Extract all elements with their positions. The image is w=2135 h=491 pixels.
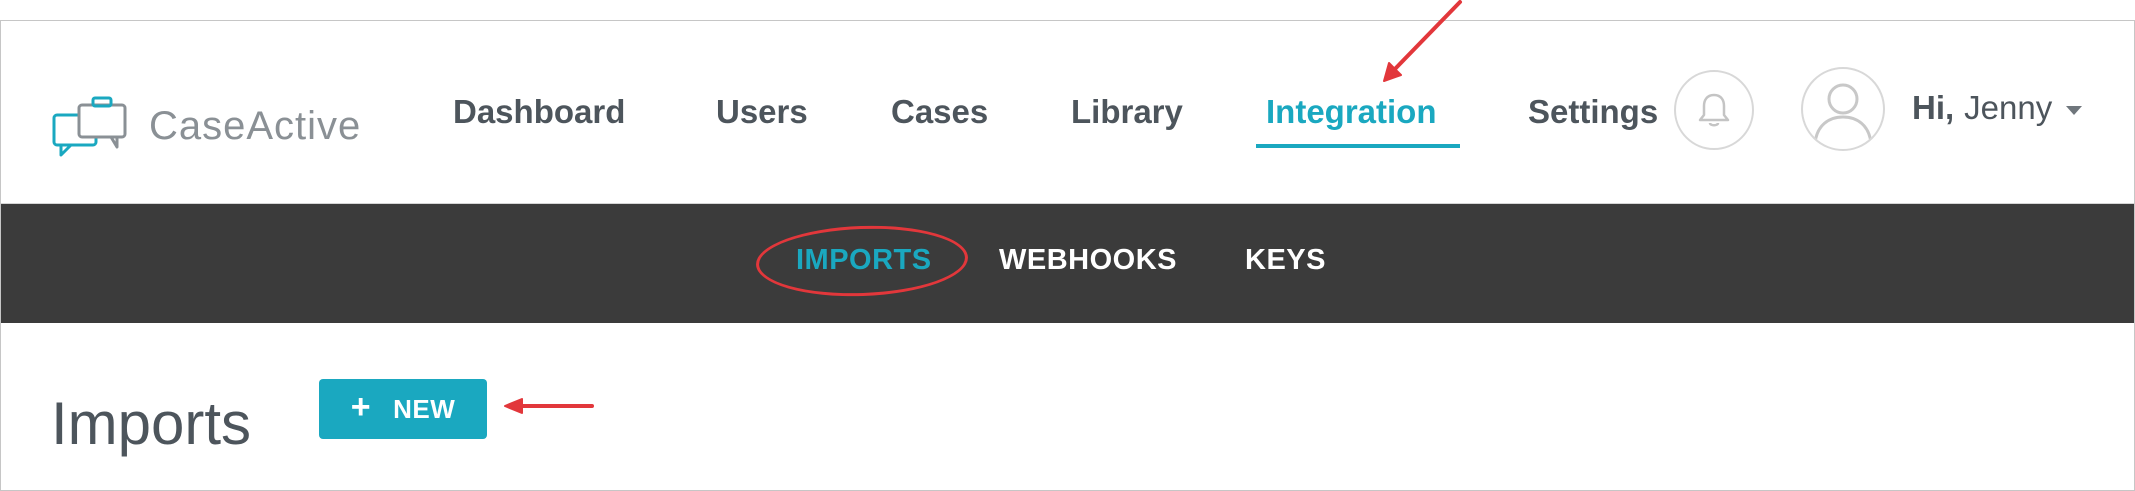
new-import-button[interactable]: + NEW xyxy=(319,379,487,439)
logo-text: CaseActive xyxy=(149,103,362,148)
logo-icon xyxy=(52,96,127,157)
nav-item-dashboard[interactable]: Dashboard xyxy=(453,93,625,131)
user-name: Jenny xyxy=(1964,89,2053,126)
sub-nav: IMPORTS WEBHOOKS KEYS xyxy=(1,204,2134,323)
nav-item-cases[interactable]: Cases xyxy=(891,93,988,131)
caret-down-icon xyxy=(2066,105,2083,115)
subnav-item-imports[interactable]: IMPORTS xyxy=(796,244,932,277)
subnav-item-webhooks[interactable]: WEBHOOKS xyxy=(999,244,1177,277)
notification-button[interactable] xyxy=(1674,70,1754,150)
bell-icon xyxy=(1698,93,1730,127)
user-avatar-icon xyxy=(1813,83,1873,144)
subnav-item-keys[interactable]: KEYS xyxy=(1245,244,1326,277)
nav-item-integration[interactable]: Integration xyxy=(1266,93,1437,131)
nav-item-library[interactable]: Library xyxy=(1071,93,1183,131)
greeting-prefix: Hi, xyxy=(1912,89,1955,126)
logo[interactable]: CaseActive xyxy=(51,95,361,157)
nav-item-users[interactable]: Users xyxy=(716,93,808,131)
new-button-label: NEW xyxy=(393,393,456,424)
plus-icon: + xyxy=(350,388,372,426)
nav-item-settings[interactable]: Settings xyxy=(1528,93,1658,131)
top-header: CaseActive Dashboard Users Cases Library… xyxy=(1,21,2134,204)
user-menu[interactable]: Hi, Jenny xyxy=(1912,89,2083,127)
app-window: CaseActive Dashboard Users Cases Library… xyxy=(0,20,2135,491)
avatar[interactable] xyxy=(1801,67,1885,151)
page-title: Imports xyxy=(51,390,252,457)
active-nav-indicator xyxy=(1256,144,1460,148)
